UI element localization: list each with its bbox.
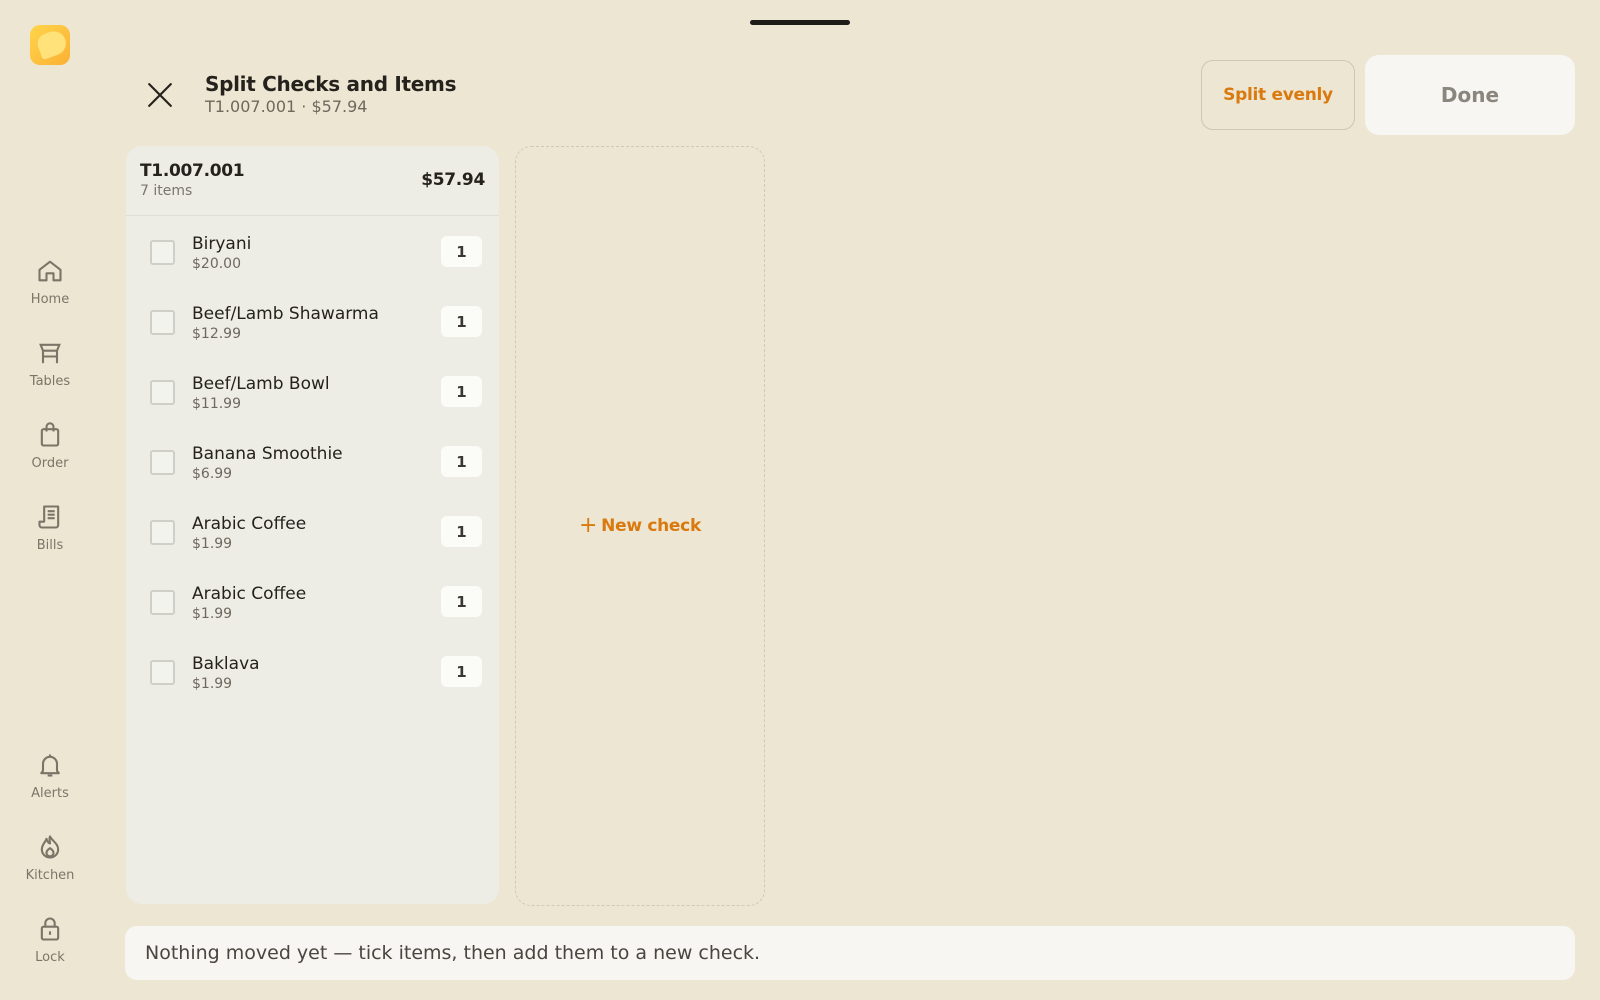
app-logo[interactable] xyxy=(30,25,70,65)
sidebar-item-alerts[interactable]: Alerts xyxy=(0,750,100,814)
lock-icon xyxy=(35,914,65,944)
new-check-button[interactable]: + New check xyxy=(515,146,765,906)
sidebar-item-label: Home xyxy=(30,292,70,307)
page-subtitle: T1.007.001 · $57.94 xyxy=(205,97,368,116)
item-name: Arabic Coffee xyxy=(192,514,307,534)
item-price: $1.99 xyxy=(192,536,233,552)
item-quantity[interactable]: 1 xyxy=(441,306,482,337)
item-checkbox[interactable] xyxy=(150,520,175,545)
item-checkbox[interactable] xyxy=(150,310,175,335)
sidebar-item-label: Bills xyxy=(36,538,64,553)
receipt-icon xyxy=(35,502,65,532)
item-quantity[interactable]: 1 xyxy=(441,516,482,547)
item-checkbox[interactable] xyxy=(150,240,175,265)
split-evenly-button[interactable]: Split evenly xyxy=(1201,60,1355,130)
item-quantity[interactable]: 1 xyxy=(441,446,482,477)
table-icon xyxy=(35,338,65,368)
item-name: Beef/Lamb Bowl xyxy=(192,374,330,394)
new-check-text: New check xyxy=(601,516,701,536)
check-total: $57.94 xyxy=(421,170,485,190)
sidebar-item-label: Kitchen xyxy=(25,868,75,883)
shopping-bag-icon xyxy=(35,420,65,450)
flame-icon xyxy=(35,832,65,862)
sidebar-item-tables[interactable]: Tables xyxy=(0,338,100,402)
item-name: Banana Smoothie xyxy=(192,444,343,464)
list-item[interactable]: Arabic Coffee $1.99 1 xyxy=(126,566,499,636)
list-item[interactable]: Beef/Lamb Shawarma $12.99 1 xyxy=(126,286,499,356)
item-quantity[interactable]: 1 xyxy=(441,236,482,267)
item-price: $11.99 xyxy=(192,396,241,412)
item-name: Beef/Lamb Shawarma xyxy=(192,304,379,324)
sidebar-item-label: Tables xyxy=(29,374,71,389)
list-item[interactable]: Baklava $1.99 1 xyxy=(126,636,499,706)
item-checkbox[interactable] xyxy=(150,450,175,475)
sidebar-item-label: Alerts xyxy=(31,786,69,801)
item-quantity[interactable]: 1 xyxy=(441,376,482,407)
sidebar: Home Tables Order Bills Alerts Kitchen L… xyxy=(0,0,100,1000)
close-icon xyxy=(147,82,173,112)
check-card: T1.007.001 7 items $57.94 Biryani $20.00… xyxy=(126,146,499,904)
new-check-label: + New check xyxy=(579,515,701,537)
plus-icon: + xyxy=(579,513,598,538)
page-title: Split Checks and Items xyxy=(205,72,457,96)
list-item[interactable]: Biryani $20.00 1 xyxy=(126,216,499,286)
item-price: $20.00 xyxy=(192,256,241,272)
check-item-count: 7 items xyxy=(140,183,193,199)
close-button[interactable] xyxy=(140,77,180,117)
list-item[interactable]: Beef/Lamb Bowl $11.99 1 xyxy=(126,356,499,426)
sidebar-item-label: Order xyxy=(31,456,69,471)
item-price: $12.99 xyxy=(192,326,241,342)
item-checkbox[interactable] xyxy=(150,590,175,615)
list-item[interactable]: Arabic Coffee $1.99 1 xyxy=(126,496,499,566)
item-quantity[interactable]: 1 xyxy=(441,586,482,617)
sidebar-item-lock[interactable]: Lock xyxy=(0,914,100,978)
list-item[interactable]: Banana Smoothie $6.99 1 xyxy=(126,426,499,496)
check-id: T1.007.001 xyxy=(140,161,245,181)
sidebar-item-order[interactable]: Order xyxy=(0,420,100,484)
status-message: Nothing moved yet — tick items, then add… xyxy=(125,926,1575,980)
item-price: $1.99 xyxy=(192,676,233,692)
sidebar-item-home[interactable]: Home xyxy=(0,256,100,320)
item-name: Arabic Coffee xyxy=(192,584,307,604)
sidebar-item-bills[interactable]: Bills xyxy=(0,502,100,566)
item-price: $1.99 xyxy=(192,606,233,622)
sidebar-item-label: Lock xyxy=(35,950,65,965)
home-indicator xyxy=(750,20,850,25)
sidebar-item-kitchen[interactable]: Kitchen xyxy=(0,832,100,896)
item-checkbox[interactable] xyxy=(150,380,175,405)
check-header: T1.007.001 7 items $57.94 xyxy=(126,146,499,216)
bell-icon xyxy=(35,750,65,780)
done-button[interactable]: Done xyxy=(1365,55,1575,135)
item-price: $6.99 xyxy=(192,466,233,482)
item-quantity[interactable]: 1 xyxy=(441,656,482,687)
home-icon xyxy=(35,256,65,286)
item-name: Biryani xyxy=(192,234,252,254)
item-name: Baklava xyxy=(192,654,260,674)
item-checkbox[interactable] xyxy=(150,660,175,685)
